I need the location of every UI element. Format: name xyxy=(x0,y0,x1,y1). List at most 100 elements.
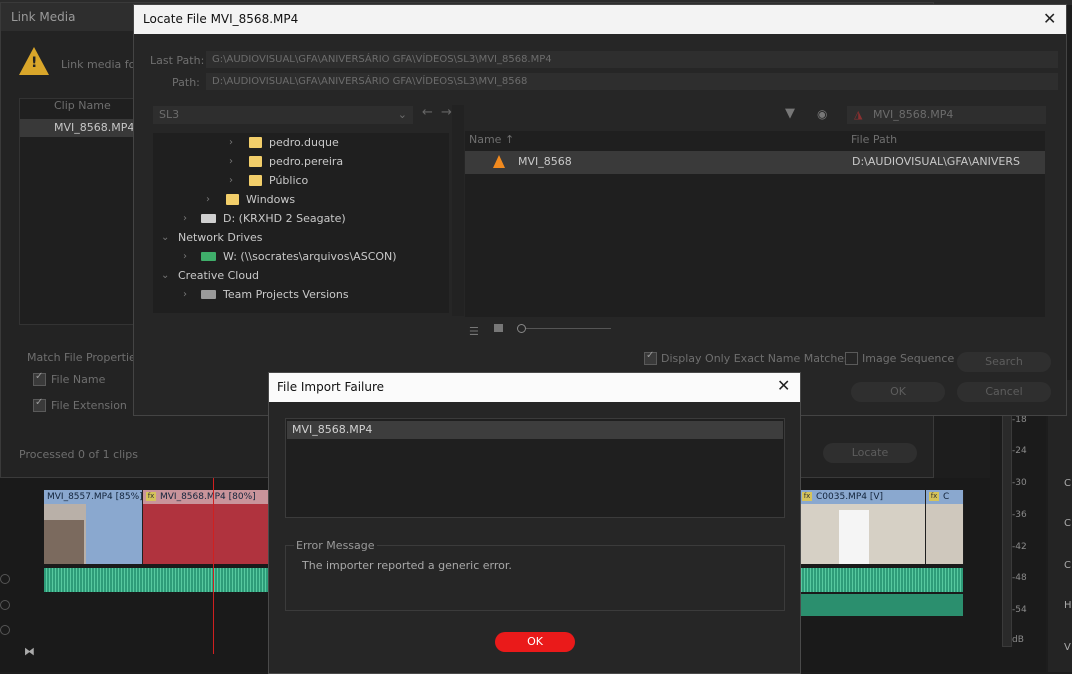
clip-name: C xyxy=(943,492,950,502)
dialog-title: File Import Failure xyxy=(269,373,800,402)
close-icon[interactable]: ✕ xyxy=(1043,9,1056,28)
clip-gap xyxy=(86,504,142,564)
clip-name: C0035.MP4 [V] xyxy=(816,492,884,502)
ok-button[interactable]: OK xyxy=(851,382,945,402)
clip-label: fx MVI_8568.MP4 [80%] xyxy=(143,490,269,504)
folder-icon xyxy=(226,194,239,205)
icon-view-icon[interactable] xyxy=(494,324,503,332)
meter-label: -54 xyxy=(1012,605,1027,615)
tree-item[interactable]: › Windows xyxy=(153,190,449,209)
tree-label: Windows xyxy=(246,193,296,206)
timeline-clip[interactable]: fx MVI_8568.MP4 [80%] xyxy=(143,490,269,564)
vlc-icon xyxy=(493,155,505,168)
audio-clip[interactable] xyxy=(799,594,963,616)
tree-item[interactable]: › D: (KRXHD 2 Seagate) xyxy=(153,209,449,228)
file-list: Name ↑ File Path MVI_8568 D:\AUDIOVISUAL… xyxy=(465,131,1045,317)
chevron-right-icon[interactable]: › xyxy=(206,190,210,209)
list-view-icon[interactable]: ☰ xyxy=(469,325,479,338)
zoom-slider-handle[interactable] xyxy=(517,324,526,333)
locate-file-dialog: Locate File MVI_8568.MP4 ✕ Last Path: G:… xyxy=(133,4,1067,416)
name-header-label: Name xyxy=(469,133,502,146)
image-sequence-label: Image Sequence xyxy=(862,352,955,365)
failed-files-list: MVI_8568.MP4 xyxy=(285,418,785,518)
chevron-down-icon[interactable]: ⌄ xyxy=(161,266,169,285)
tree-label: pedro.duque xyxy=(269,136,339,149)
chevron-right-icon[interactable]: › xyxy=(229,133,233,152)
playhead[interactable] xyxy=(213,478,214,654)
tree-section[interactable]: ⌄ Creative Cloud xyxy=(153,266,449,285)
right-panel: C C C H V xyxy=(1048,380,1072,672)
file-import-failure-dialog: File Import Failure ✕ MVI_8568.MP4 Error… xyxy=(268,372,801,674)
image-sequence-checkbox[interactable] xyxy=(845,352,858,365)
adobe-icon: ◮ xyxy=(854,108,863,121)
chevron-right-icon[interactable]: › xyxy=(183,247,187,266)
chevron-right-icon[interactable]: › xyxy=(229,152,233,171)
clip-name: MVI_8568.MP4 [80%] xyxy=(160,492,256,502)
clip-name-header: Clip Name xyxy=(54,99,111,112)
audio-waveform[interactable] xyxy=(799,568,963,592)
chevron-right-icon[interactable]: › xyxy=(183,209,187,228)
chevron-right-icon[interactable]: › xyxy=(183,285,187,304)
tree-item[interactable]: › pedro.pereira xyxy=(153,152,449,171)
path-label: Path: xyxy=(172,76,200,89)
tree-label: W: (\\socrates\arquivos\ASCON) xyxy=(223,250,397,263)
name-column-header[interactable]: Name ↑ xyxy=(469,133,514,146)
timeline-clip[interactable]: fx C0035.MP4 [V] xyxy=(799,490,925,564)
search-input[interactable]: ◮ MVI_8568.MP4 xyxy=(847,106,1046,124)
filter-icon[interactable]: ▼ xyxy=(785,106,795,121)
meter-label: -18 xyxy=(1012,415,1027,425)
tree-label: pedro.pereira xyxy=(269,155,344,168)
mic-icon[interactable] xyxy=(0,574,10,584)
path-field[interactable]: D:\AUDIOVISUAL\GFA\ANIVERSÁRIO GFA\VÍDEO… xyxy=(206,73,1058,90)
mic-icon[interactable] xyxy=(0,625,10,635)
error-message-box: Error Message The importer reported a ge… xyxy=(285,539,785,611)
ok-button[interactable]: OK xyxy=(495,632,575,652)
tree-item[interactable]: › pedro.duque xyxy=(153,133,449,152)
view-icon[interactable]: ◉ xyxy=(817,107,827,121)
match-file-properties: Match File Properties xyxy=(27,351,142,364)
chevron-right-icon[interactable]: › xyxy=(229,171,233,190)
mic-icon[interactable] xyxy=(0,600,10,610)
timeline-clip[interactable]: fx C xyxy=(926,490,963,564)
close-icon[interactable]: ✕ xyxy=(777,376,790,395)
tree-item[interactable]: › Team Projects Versions xyxy=(153,285,449,304)
file-row[interactable]: MVI_8568 D:\AUDIOVISUAL\GFA\ANIVERS xyxy=(465,151,1045,174)
file-name-label: File Name xyxy=(51,373,106,386)
back-arrow-icon[interactable]: ← xyxy=(422,105,433,120)
file-extension-checkbox[interactable] xyxy=(33,397,46,412)
folder-dropdown[interactable]: SL3 ⌄ xyxy=(153,106,413,124)
exact-match-label: Display Only Exact Name Matches xyxy=(661,352,850,365)
search-input-value: MVI_8568.MP4 xyxy=(873,108,954,121)
clip-row[interactable]: MVI_8568.MP4 xyxy=(20,119,138,137)
search-button[interactable]: Search xyxy=(957,352,1051,372)
zoom-slider[interactable] xyxy=(519,328,611,329)
tree-section[interactable]: ⌄ Network Drives xyxy=(153,228,449,247)
chevron-down-icon[interactable]: ⌄ xyxy=(161,228,169,247)
tree-scrollbar[interactable] xyxy=(452,105,464,316)
timeline-clip[interactable]: MVI_8557.MP4 [85%] xyxy=(44,490,142,564)
folder-icon xyxy=(249,156,262,167)
tree-label: Creative Cloud xyxy=(178,269,260,282)
cancel-button[interactable]: Cancel xyxy=(957,382,1051,402)
panel-letter: C xyxy=(1064,560,1071,571)
clip-list: Clip Name MVI_8568.MP4 xyxy=(19,98,139,325)
warning-mark: ! xyxy=(31,55,38,71)
panel-letter: V xyxy=(1064,642,1071,653)
exact-match-checkbox[interactable] xyxy=(644,350,657,365)
error-message-legend: Error Message xyxy=(294,539,377,552)
forward-arrow-icon[interactable]: → xyxy=(441,105,452,120)
tree-item[interactable]: › W: (\\socrates\arquivos\ASCON) xyxy=(153,247,449,266)
locate-button[interactable]: Locate xyxy=(823,443,917,463)
file-name-checkbox[interactable] xyxy=(33,371,46,386)
audio-waveform[interactable] xyxy=(44,568,269,592)
file-path-column-header[interactable]: File Path xyxy=(851,133,897,146)
clip-thumbnail xyxy=(44,520,84,564)
panel-letter: H xyxy=(1064,600,1072,611)
failed-file-row[interactable]: MVI_8568.MP4 xyxy=(287,421,783,439)
tree-item[interactable]: › Público xyxy=(153,171,449,190)
last-path-label: Last Path: xyxy=(150,54,205,67)
sort-up-icon: ↑ xyxy=(504,133,515,146)
timeline-nav-icon[interactable]: ⧓ xyxy=(24,645,35,658)
tree-label: Network Drives xyxy=(178,231,263,244)
meter-label: -48 xyxy=(1012,573,1027,583)
